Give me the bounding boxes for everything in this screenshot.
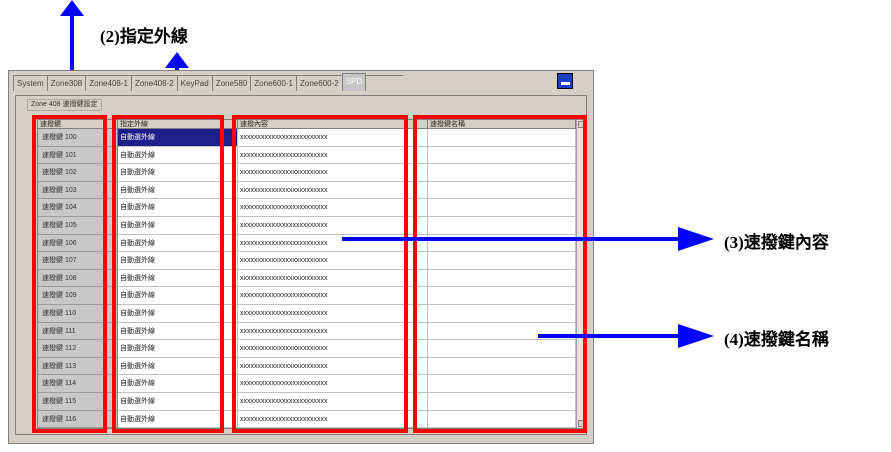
group-label: Zone 408 速撥鍵設定: [27, 99, 102, 111]
save-icon[interactable]: [557, 73, 573, 89]
line-annotation-label: (2)指定外線: [100, 27, 188, 46]
tab-zone408-1[interactable]: Zone408-1: [85, 75, 132, 91]
tab-zone308[interactable]: Zone308: [46, 75, 87, 91]
tab-spd[interactable]: SPD: [341, 73, 367, 91]
tab-keypad[interactable]: KeyPad: [176, 75, 213, 91]
arrow-1-head: [60, 0, 84, 16]
tab-zone580[interactable]: Zone580: [211, 75, 252, 91]
arrow-2-head: [165, 52, 189, 68]
tab-zone600-1[interactable]: Zone600-1: [250, 75, 297, 91]
content-column-highlight: [232, 115, 408, 433]
tab-bar-filler: [365, 75, 404, 91]
tab-system[interactable]: System: [13, 75, 48, 91]
key-column-highlight: [32, 115, 107, 433]
line-column-highlight: [112, 115, 224, 433]
tab-zone600-2[interactable]: Zone600-2: [296, 75, 343, 91]
content-annotation-label: (3)速撥鍵內容: [724, 233, 829, 252]
tab-bar: System Zone308 Zone408-1 Zone408-2 KeyPad Zon…: [13, 73, 404, 92]
arrow-4-shaft: [538, 334, 682, 338]
name-annotation-label: (4)速撥鍵名稱: [724, 330, 829, 349]
tab-zone408-2[interactable]: Zone408-2: [130, 75, 178, 91]
name-column-highlight: [413, 115, 587, 433]
arrow-3-shaft: [342, 237, 682, 241]
arrow-4-head: [678, 324, 714, 348]
arrow-3-head: [678, 227, 714, 251]
